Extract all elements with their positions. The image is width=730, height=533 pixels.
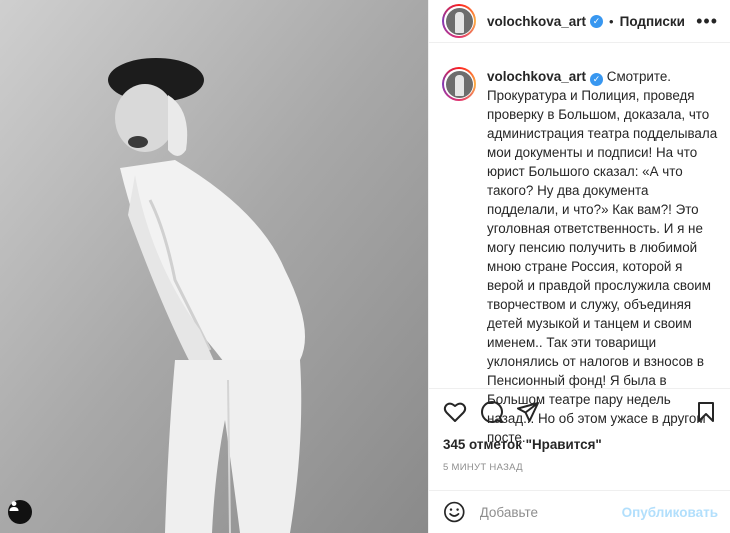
comment-bar: Опубликовать <box>429 490 730 533</box>
likes-count[interactable]: 345 отметок "Нравится" <box>443 437 602 452</box>
caption-username[interactable]: volochkova_art <box>487 69 586 84</box>
avatar[interactable] <box>442 4 476 38</box>
comment-input[interactable] <box>477 503 622 521</box>
verified-badge-icon: ✓ <box>590 73 604 86</box>
post-header: volochkova_art ✓ • Подписки ••• <box>429 0 730 43</box>
bookmark-icon[interactable] <box>697 401 715 423</box>
following-button[interactable]: Подписки <box>620 14 685 29</box>
tag-people-button[interactable] <box>8 500 32 524</box>
header-username[interactable]: volochkova_art <box>487 14 586 29</box>
photo-illustration <box>0 0 428 533</box>
paper-plane-icon[interactable] <box>517 401 539 423</box>
caption-section: volochkova_art ✓ Смотрите. Прокуратура и … <box>429 43 730 445</box>
verified-badge-icon: ✓ <box>590 14 604 28</box>
caption: volochkova_art ✓ Смотрите. Прокуратура и … <box>487 67 718 445</box>
user-tag-icon <box>9 501 19 511</box>
action-bar <box>429 388 730 438</box>
smiley-icon[interactable] <box>443 500 466 524</box>
comment-icon[interactable] <box>481 401 503 423</box>
caption-avatar[interactable] <box>442 67 476 101</box>
more-options-icon[interactable]: ••• <box>696 11 718 32</box>
post-photo[interactable] <box>0 0 428 533</box>
heart-icon[interactable] <box>443 401 467 423</box>
instagram-post: volochkova_art ✓ • Подписки ••• volochko… <box>0 0 730 533</box>
separator: • <box>609 13 614 29</box>
post-sidebar: volochkova_art ✓ • Подписки ••• volochko… <box>428 0 730 533</box>
publish-button[interactable]: Опубликовать <box>622 505 718 520</box>
post-timestamp[interactable]: 5 МИНУТ НАЗАД <box>443 462 523 473</box>
